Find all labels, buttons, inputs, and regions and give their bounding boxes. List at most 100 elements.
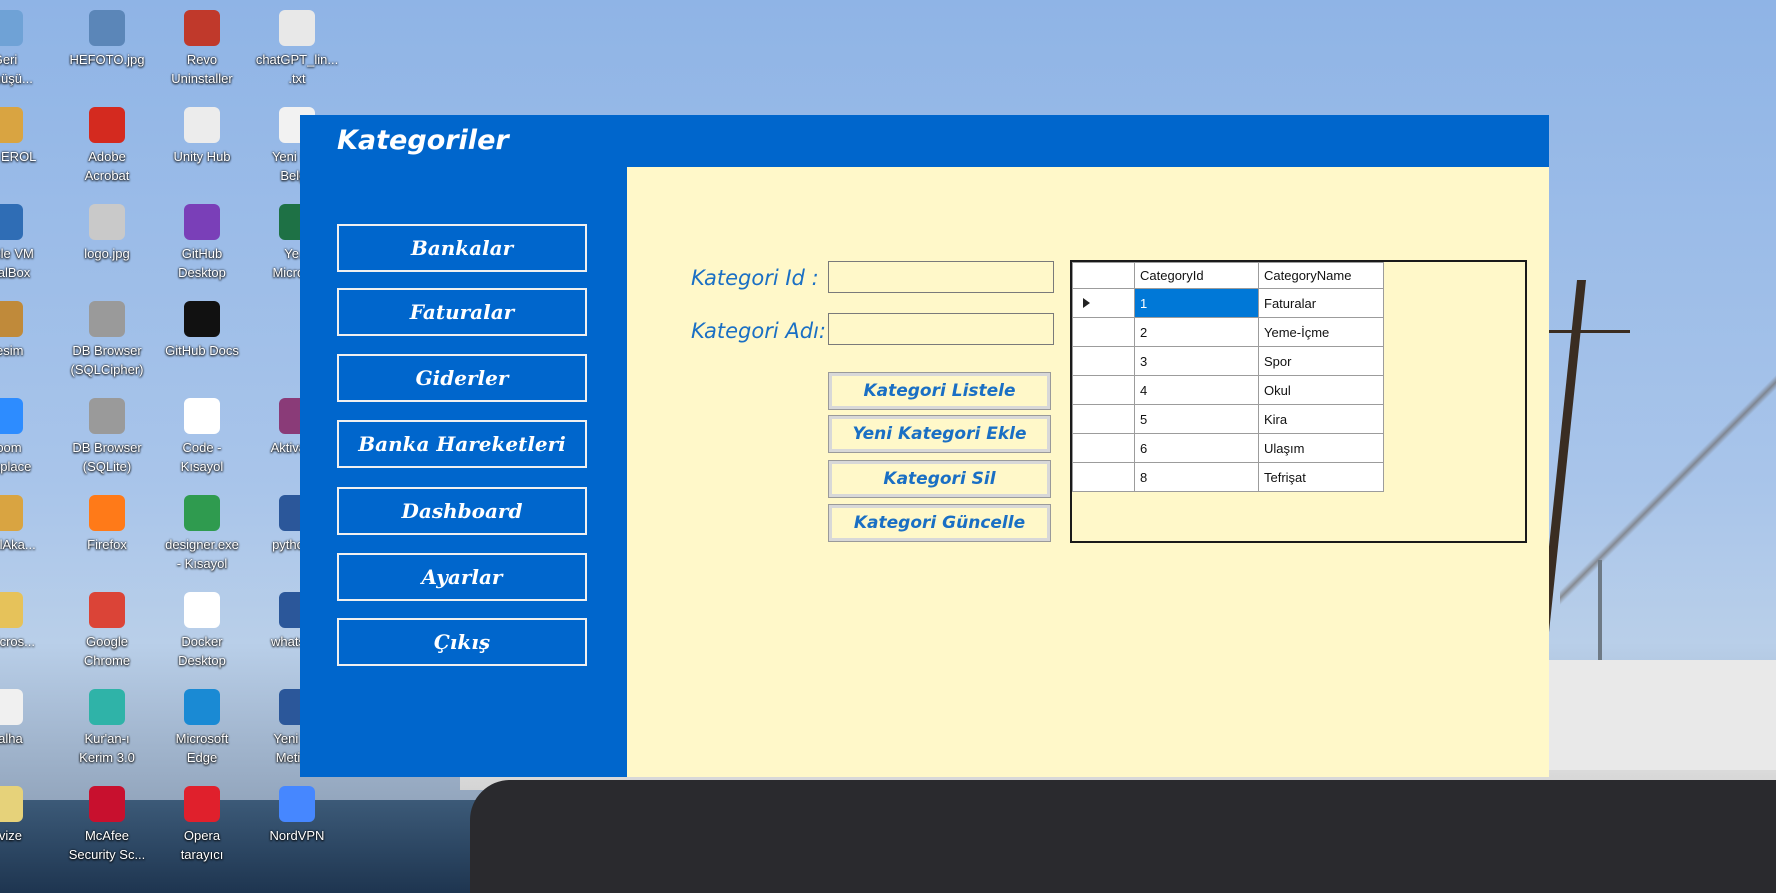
desktop-icon[interactable]: Google Chrome (62, 592, 152, 670)
desktop-icon[interactable]: Zoom ...rkplace (0, 398, 50, 476)
desktop-icon[interactable]: GitHub Docs (157, 301, 247, 360)
column-header-categoryname[interactable]: CategoryName (1258, 262, 1384, 289)
row-header[interactable] (1072, 462, 1135, 492)
cell-category-id[interactable]: 8 (1134, 462, 1259, 492)
recycle-bin-icon (0, 10, 23, 46)
cell-category-name[interactable]: Tefrişat (1258, 462, 1384, 492)
table-row[interactable]: 5 Kira (1072, 404, 1384, 434)
desktop-icon[interactable]: Code - Kısayol (157, 398, 247, 476)
kategori-id-input[interactable] (828, 261, 1054, 293)
desktop-icon[interactable]: Kur'an-ı Kerim 3.0 (62, 689, 152, 767)
desktop-icon[interactable]: Adobe Acrobat (62, 107, 152, 185)
table-row[interactable]: 2 Yeme-İçme (1072, 317, 1384, 347)
docker-icon (184, 592, 220, 628)
nav-button-faturalar[interactable]: Faturalar (337, 288, 587, 336)
db-browser-icon (89, 301, 125, 337)
desktop-icon[interactable]: ...alha (0, 689, 50, 748)
desktop-icon[interactable]: Unity Hub (157, 107, 247, 166)
desktop-icon[interactable]: DB Browser (SQLite) (62, 398, 152, 476)
chrome-icon (89, 592, 125, 628)
cell-category-id[interactable]: 4 (1134, 375, 1259, 405)
desktop-icon[interactable]: Microsoft Edge (157, 689, 247, 767)
desktop-icon[interactable]: Revo Uninstaller (157, 10, 247, 88)
current-row-indicator-icon (1083, 297, 1090, 308)
desktop-icon[interactable]: logo.jpg (62, 204, 152, 263)
table-row[interactable]: 6 Ulaşım (1072, 433, 1384, 463)
content-panel: Kategori Id : Kategori Adı: Kategori Lis… (627, 167, 1549, 777)
table-row[interactable]: 3 Spor (1072, 346, 1384, 376)
desktop-icon[interactable]: ...bulAka... (0, 495, 50, 554)
row-header[interactable] (1072, 375, 1135, 405)
category-data-grid[interactable]: CategoryId CategoryName 1 Faturalar 2 Ye… (1070, 260, 1527, 543)
cell-category-id[interactable]: 5 (1134, 404, 1259, 434)
desktop-icon[interactable]: Opera tarayıcı (157, 786, 247, 864)
cell-category-id[interactable]: 6 (1134, 433, 1259, 463)
kategori-listele-button[interactable]: Kategori Listele (828, 372, 1051, 410)
column-header-categoryid[interactable]: CategoryId (1134, 262, 1259, 289)
desktop-icon-label: Code - Kısayol (180, 440, 224, 474)
row-header[interactable] (1072, 288, 1135, 318)
cell-category-name[interactable]: Spor (1258, 346, 1384, 376)
nav-button-banka-hareketleri[interactable]: Banka Hareketleri (337, 420, 587, 468)
zoom-icon (0, 398, 23, 434)
desktop-icon[interactable]: HEFOTO.jpg (62, 10, 152, 69)
desktop-icon[interactable]: Docker Desktop (157, 592, 247, 670)
desktop-icon-label: Docker Desktop (178, 634, 226, 668)
kategori-guncelle-button[interactable]: Kategori Güncelle (828, 504, 1051, 542)
desktop-icon[interactable]: NordVPN (252, 786, 342, 845)
nav-button-giderler[interactable]: Giderler (337, 354, 587, 402)
table-row[interactable]: 8 Tefrişat (1072, 462, 1384, 492)
kategori-adi-input[interactable] (828, 313, 1054, 345)
desktop-icon[interactable]: Geri Dönüşü... (0, 10, 50, 88)
cell-category-name[interactable]: Okul (1258, 375, 1384, 405)
table-row[interactable]: 4 Okul (1072, 375, 1384, 405)
row-header[interactable] (1072, 317, 1135, 347)
nav-button-dashboard[interactable]: Dashboard (337, 487, 587, 535)
designer-icon (184, 495, 220, 531)
cell-category-name[interactable]: Faturalar (1258, 288, 1384, 318)
nav-button-bankalar[interactable]: Bankalar (337, 224, 587, 272)
cell-category-id[interactable]: 3 (1134, 346, 1259, 376)
desktop-icon-label: ...acle VM ...ualBox (0, 246, 34, 280)
desktop-icon[interactable]: chatGPT_lin... .txt (252, 10, 342, 88)
document-icon (0, 689, 23, 725)
table-row[interactable]: 1 Faturalar (1072, 288, 1384, 318)
desktop-icon-label: ...alha (0, 731, 23, 746)
folder-icon (0, 786, 23, 822)
nav-button-ayarlar[interactable]: Ayarlar (337, 553, 587, 601)
edge-icon (184, 689, 220, 725)
desktop-icon-label: DB Browser (SQLCipher) (70, 343, 144, 377)
cell-category-id[interactable]: 1 (1134, 288, 1259, 318)
cell-category-name[interactable]: Ulaşım (1258, 433, 1384, 463)
row-header[interactable] (1072, 404, 1135, 434)
row-header[interactable] (1072, 433, 1135, 463)
vscode-shortcut-icon (184, 398, 220, 434)
kategori-id-label: Kategori Id : (691, 266, 819, 290)
desktop-icon[interactable]: designer.exe - Kısayol (157, 495, 247, 573)
desktop-icon[interactable]: DB Browser (SQLCipher) (62, 301, 152, 379)
nav-button-cikis[interactable]: Çıkış (337, 618, 587, 666)
cell-category-name[interactable]: Kira (1258, 404, 1384, 434)
desktop-icon[interactable]: Firefox (62, 495, 152, 554)
row-header-corner (1072, 262, 1135, 289)
mcafee-icon (89, 786, 125, 822)
desktop-icon-label: NordVPN (269, 828, 325, 843)
yeni-kategori-ekle-button[interactable]: Yeni Kategori Ekle (828, 415, 1051, 453)
cell-category-id[interactable]: 2 (1134, 317, 1259, 347)
kategori-sil-button[interactable]: Kategori Sil (828, 460, 1051, 498)
desktop-icon[interactable]: ...Micros... (0, 592, 50, 651)
desktop-icon-label: Microsoft Edge (175, 731, 229, 765)
desktop-icon[interactable]: Resim (0, 301, 50, 360)
app-window: Kategoriler Bankalar Faturalar Giderler … (300, 115, 1549, 777)
desktop-icon-label: Adobe Acrobat (84, 149, 130, 183)
desktop-icon[interactable]: ...vize (0, 786, 50, 845)
text-file-icon (279, 10, 315, 46)
desktop-icon[interactable]: McAfee Security Sc... (62, 786, 152, 864)
row-header[interactable] (1072, 346, 1135, 376)
adobe-acrobat-icon (89, 107, 125, 143)
desktop-icon[interactable]: GitHub Desktop (157, 204, 247, 282)
image-file-icon (89, 10, 125, 46)
desktop-icon[interactable]: ...acle VM ...ualBox (0, 204, 50, 282)
cell-category-name[interactable]: Yeme-İçme (1258, 317, 1384, 347)
desktop-icon[interactable]: ...IN EROL (0, 107, 50, 166)
